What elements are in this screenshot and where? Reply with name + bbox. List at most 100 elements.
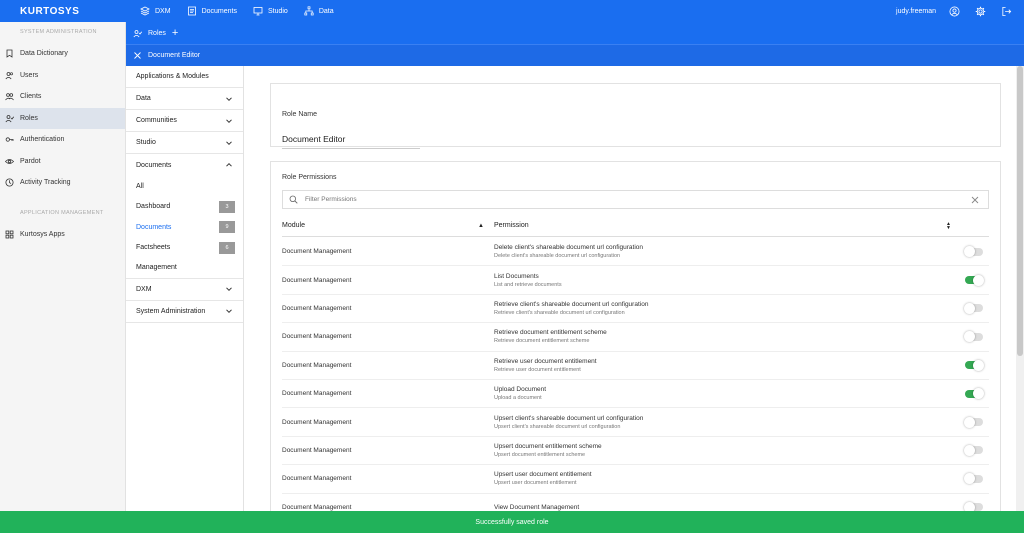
sidebar-item-data-dictionary[interactable]: Data Dictionary — [0, 43, 125, 65]
scrollbar-thumb[interactable] — [1017, 66, 1023, 356]
editor-tab: Document Editor — [126, 44, 1024, 66]
tree-item-documents[interactable]: Documents 9 — [126, 217, 243, 238]
permission-toggle[interactable] — [965, 388, 984, 400]
permission-description: Retrieve user document entitlement — [494, 366, 581, 373]
count-badge: 6 — [219, 241, 235, 254]
tree-item-label: Management — [136, 264, 177, 272]
tree-group-system-administration[interactable]: System Administration — [126, 301, 243, 323]
permission-description: Upload a document — [494, 395, 542, 402]
sidebar-item-authentication[interactable]: Authentication — [0, 129, 125, 151]
sidebar-item-label: Authentication — [20, 136, 65, 144]
tree-item-label: All — [136, 182, 144, 190]
add-role-button[interactable]: + — [172, 27, 178, 39]
sidebar-item-label: Data Dictionary — [20, 50, 68, 58]
sidebar-item-kurtosys-apps[interactable]: Kurtosys Apps — [0, 224, 125, 246]
roles-icon — [5, 114, 14, 123]
sidebar-item-label: Clients — [20, 93, 42, 101]
permission-toggle[interactable] — [964, 416, 983, 428]
clear-icon[interactable] — [970, 195, 980, 205]
count-badge: 9 — [219, 221, 235, 234]
module-cell: Document Management — [282, 418, 352, 426]
permission-title: Upsert client's shareable document url c… — [494, 414, 644, 422]
permission-toggle[interactable] — [965, 274, 984, 286]
permission-description: Upsert client's shareable document url c… — [494, 423, 621, 430]
tree-group-documents[interactable]: Documents — [126, 154, 243, 176]
sidebar-item-users[interactable]: Users — [0, 65, 125, 87]
clock-icon — [5, 178, 14, 187]
nav-studio[interactable]: Studio — [253, 6, 288, 16]
nav-label: Documents — [201, 7, 237, 15]
logout-icon[interactable] — [1000, 5, 1012, 17]
sort-icon: ▲ ▼ — [946, 220, 951, 231]
sidebar-item-clients[interactable]: Clients — [0, 86, 125, 108]
permission-description: List and retrieve documents — [494, 281, 562, 288]
module-cell: Document Management — [282, 276, 352, 284]
roles-title[interactable]: Roles — [148, 30, 166, 37]
toggle-knob — [964, 331, 975, 343]
tree-group-label: System Administration — [136, 307, 206, 315]
sidebar-section-title: SYSTEM ADMINISTRATION — [20, 29, 97, 35]
column-label: Permission — [494, 222, 529, 229]
role-name-input[interactable]: Document Editor — [282, 134, 420, 149]
permission-cell: Upsert user document entitlement Upsert u… — [494, 471, 965, 486]
nav-dxm[interactable]: DXM — [140, 6, 171, 16]
column-module[interactable]: Module ▲ — [282, 222, 494, 229]
permission-toggle[interactable] — [965, 359, 984, 371]
sidebar-item-roles[interactable]: Roles — [0, 107, 125, 129]
tree-group-communities[interactable]: Communities — [126, 110, 243, 132]
tree-header[interactable]: Applications & Modules — [126, 66, 243, 88]
nav-label: Studio — [267, 7, 288, 15]
scrollbar[interactable] — [1016, 66, 1024, 533]
tree-item-factsheets[interactable]: Factsheets 6 — [126, 238, 243, 259]
eye-icon — [5, 158, 14, 164]
tree-group-label: Communities — [136, 117, 177, 124]
sidebar-item-pardot[interactable]: Pardot — [0, 151, 125, 173]
permission-title: Retrieve client's shareable document url… — [494, 300, 649, 308]
tree-item-management[interactable]: Management — [126, 258, 243, 279]
sidebar-section-title: APPLICATION MANAGEMENT — [20, 209, 104, 216]
sort-asc-icon: ▲ — [478, 222, 484, 229]
chevron-up-icon — [226, 162, 232, 167]
nav-documents[interactable]: Documents — [187, 6, 237, 16]
permission-title: Delete client's shareable document url c… — [494, 244, 644, 252]
data-icon — [304, 6, 314, 16]
permission-toggle[interactable] — [964, 444, 983, 456]
sidebar-item-activity-tracking[interactable]: Activity Tracking — [0, 172, 125, 194]
sidebar-item-label: Activity Tracking — [20, 179, 71, 187]
tree-item-dashboard[interactable]: Dashboard 3 — [126, 197, 243, 218]
permission-cell: Upsert document entitlement scheme Upsert… — [494, 443, 965, 458]
permission-title: Retrieve document entitlement scheme — [494, 329, 607, 337]
permission-toggle[interactable] — [964, 302, 983, 314]
gear-icon[interactable] — [974, 5, 986, 17]
sidebar-item-label: Users — [20, 71, 39, 79]
module-cell: Document Management — [282, 248, 352, 256]
permission-toggle[interactable] — [964, 473, 983, 485]
nav-data[interactable]: Data — [304, 6, 334, 16]
column-label: Module — [282, 222, 305, 229]
role-name-label: Role Name — [282, 111, 318, 118]
main-content: Role Name Document Editor Role Permissio… — [244, 66, 1016, 533]
role-name-card: Role Name Document Editor — [270, 83, 1001, 149]
account-icon[interactable] — [948, 5, 960, 17]
username[interactable]: judy.freeman — [896, 8, 936, 15]
brand-logo[interactable]: KURTOSYS — [0, 6, 126, 17]
filter-permissions-input[interactable] — [305, 196, 970, 203]
permission-toggle[interactable] — [964, 246, 983, 258]
permission-description: Upsert user document entitlement — [494, 480, 577, 487]
permission-toggle[interactable] — [964, 501, 983, 513]
tree-item-all[interactable]: All — [126, 176, 243, 197]
permission-title: Retrieve user document entitlement — [494, 357, 597, 365]
column-permission[interactable]: Permission ▲ ▼ — [494, 220, 989, 231]
tree-group-studio[interactable]: Studio — [126, 132, 243, 154]
tree-group-dxm[interactable]: DXM — [126, 279, 243, 301]
permission-toggle[interactable] — [964, 331, 983, 343]
editor-tab-label[interactable]: Document Editor — [148, 52, 200, 59]
permission-description: Retrieve client's shareable document url… — [494, 309, 625, 316]
permission-cell: View Document Management — [494, 504, 965, 511]
permission-title: Upsert user document entitlement — [494, 471, 592, 479]
tree-group-label: DXM — [136, 285, 152, 293]
close-icon[interactable] — [133, 51, 142, 60]
tree-group-data[interactable]: Data — [126, 88, 243, 110]
toggle-knob — [964, 473, 975, 485]
studio-icon — [253, 7, 263, 16]
